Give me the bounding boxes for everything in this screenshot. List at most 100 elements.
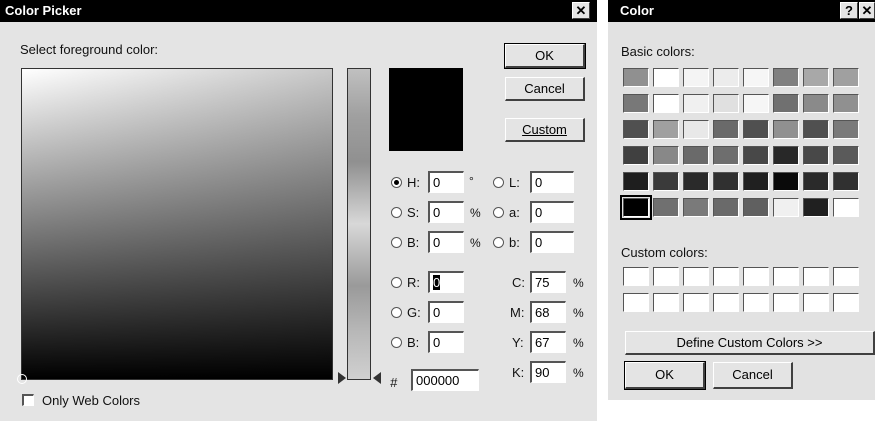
- slider-right-arrow-icon[interactable]: [373, 372, 381, 384]
- color-swatch[interactable]: [773, 172, 799, 191]
- color-swatch[interactable]: [623, 120, 649, 139]
- color-swatch[interactable]: [743, 94, 769, 113]
- color-swatch[interactable]: [743, 172, 769, 191]
- color-swatch[interactable]: [803, 94, 829, 113]
- color-dialog-ok-button[interactable]: OK: [624, 361, 706, 390]
- custom-button[interactable]: Custom: [505, 118, 585, 142]
- color-swatch[interactable]: [743, 293, 769, 312]
- color-swatch[interactable]: [683, 172, 709, 191]
- color-swatch[interactable]: [683, 68, 709, 87]
- color-swatch[interactable]: [623, 172, 649, 191]
- color-swatch[interactable]: [623, 68, 649, 87]
- hue-input[interactable]: 0: [428, 171, 464, 193]
- green-input[interactable]: 0: [428, 301, 464, 323]
- color-swatch[interactable]: [773, 120, 799, 139]
- color-swatch[interactable]: [683, 120, 709, 139]
- red-input[interactable]: 0: [428, 271, 464, 293]
- color-swatch[interactable]: [743, 120, 769, 139]
- color-swatch[interactable]: [683, 293, 709, 312]
- brightness-input[interactable]: 0: [428, 231, 464, 253]
- radio-blue[interactable]: [391, 337, 402, 348]
- help-icon[interactable]: ?: [840, 2, 858, 19]
- lightness-input[interactable]: 0: [530, 171, 574, 193]
- close-icon[interactable]: ✕: [572, 2, 590, 19]
- color-swatch[interactable]: [713, 120, 739, 139]
- ok-button[interactable]: OK: [504, 43, 586, 69]
- color-swatch[interactable]: [623, 94, 649, 113]
- color-swatch[interactable]: [833, 120, 859, 139]
- color-swatch[interactable]: [653, 172, 679, 191]
- blue-input[interactable]: 0: [428, 331, 464, 353]
- color-swatch[interactable]: [620, 195, 652, 220]
- color-swatch[interactable]: [683, 146, 709, 165]
- close-icon[interactable]: ✕: [859, 2, 875, 19]
- color-swatch[interactable]: [713, 267, 739, 286]
- color-swatch[interactable]: [833, 94, 859, 113]
- color-swatch[interactable]: [833, 198, 859, 217]
- define-custom-colors-button[interactable]: Define Custom Colors >>: [625, 331, 875, 355]
- color-swatch[interactable]: [743, 267, 769, 286]
- color-swatch[interactable]: [743, 198, 769, 217]
- color-swatch[interactable]: [773, 94, 799, 113]
- only-web-colors-checkbox[interactable]: [22, 394, 34, 406]
- color-swatch[interactable]: [773, 68, 799, 87]
- field-cursor[interactable]: [17, 374, 27, 384]
- color-swatch[interactable]: [653, 68, 679, 87]
- yellow-input[interactable]: 67: [530, 331, 566, 353]
- color-swatch[interactable]: [773, 293, 799, 312]
- color-dialog-cancel-button[interactable]: Cancel: [713, 362, 793, 389]
- color-swatch[interactable]: [833, 293, 859, 312]
- color-swatch[interactable]: [803, 146, 829, 165]
- radio-brightness[interactable]: [391, 237, 402, 248]
- color-swatch[interactable]: [773, 267, 799, 286]
- color-swatch[interactable]: [803, 267, 829, 286]
- color-swatch[interactable]: [623, 267, 649, 286]
- magenta-input[interactable]: 68: [530, 301, 566, 323]
- saturation-input[interactable]: 0: [428, 201, 464, 223]
- radio-a[interactable]: [493, 207, 504, 218]
- color-swatch[interactable]: [713, 94, 739, 113]
- color-swatch[interactable]: [803, 120, 829, 139]
- color-swatch[interactable]: [803, 172, 829, 191]
- color-swatch[interactable]: [683, 267, 709, 286]
- radio-hue[interactable]: [391, 177, 402, 188]
- color-swatch[interactable]: [653, 198, 679, 217]
- color-swatch[interactable]: [743, 146, 769, 165]
- hex-input[interactable]: 000000: [411, 369, 479, 391]
- cyan-input[interactable]: 75: [530, 271, 566, 293]
- color-swatch[interactable]: [833, 267, 859, 286]
- hue-slider[interactable]: [347, 68, 371, 380]
- color-swatch[interactable]: [713, 146, 739, 165]
- cancel-button[interactable]: Cancel: [505, 77, 585, 101]
- color-swatch[interactable]: [653, 267, 679, 286]
- radio-lightness[interactable]: [493, 177, 504, 188]
- color-swatch[interactable]: [833, 172, 859, 191]
- color-swatch[interactable]: [713, 172, 739, 191]
- color-swatch[interactable]: [653, 146, 679, 165]
- radio-red[interactable]: [391, 277, 402, 288]
- radio-saturation[interactable]: [391, 207, 402, 218]
- color-swatch[interactable]: [743, 68, 769, 87]
- color-swatch[interactable]: [713, 198, 739, 217]
- color-swatch[interactable]: [713, 68, 739, 87]
- color-swatch[interactable]: [653, 94, 679, 113]
- a-input[interactable]: 0: [530, 201, 574, 223]
- color-swatch[interactable]: [773, 198, 799, 217]
- color-swatch[interactable]: [683, 94, 709, 113]
- slider-left-arrow-icon[interactable]: [338, 372, 346, 384]
- color-swatch[interactable]: [773, 146, 799, 165]
- color-swatch[interactable]: [803, 198, 829, 217]
- color-swatch[interactable]: [833, 146, 859, 165]
- color-swatch[interactable]: [623, 293, 649, 312]
- color-swatch[interactable]: [803, 293, 829, 312]
- black-input[interactable]: 90: [530, 361, 566, 383]
- color-field[interactable]: [17, 68, 333, 384]
- radio-green[interactable]: [391, 307, 402, 318]
- radio-b-lab[interactable]: [493, 237, 504, 248]
- color-swatch[interactable]: [713, 293, 739, 312]
- color-swatch[interactable]: [833, 68, 859, 87]
- color-swatch[interactable]: [803, 68, 829, 87]
- color-swatch[interactable]: [623, 146, 649, 165]
- color-swatch[interactable]: [653, 120, 679, 139]
- color-swatch[interactable]: [683, 198, 709, 217]
